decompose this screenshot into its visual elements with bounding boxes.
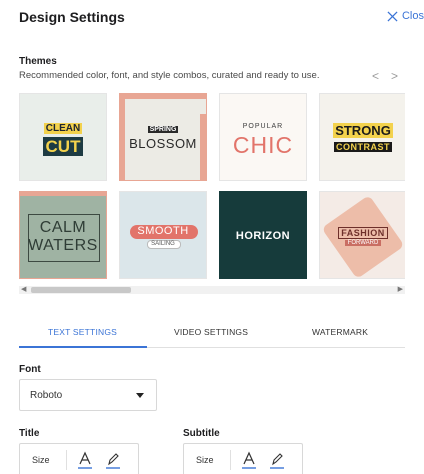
close-icon (387, 10, 398, 22)
caret-down-icon (136, 393, 144, 398)
font-label: Font (19, 364, 41, 375)
active-tab-indicator (19, 346, 147, 348)
font-dropdown[interactable]: Roboto (19, 379, 157, 411)
text-color-icon[interactable] (76, 450, 94, 470)
chevron-left-icon[interactable]: < (372, 69, 379, 83)
scroll-right-icon[interactable]: ▶ (398, 285, 403, 293)
dialog-title: Design Settings (19, 9, 125, 25)
subtitle-section-label: Subtitle (183, 428, 220, 439)
horizontal-scrollbar[interactable]: ◀ ▶ (19, 286, 405, 294)
theme-title-line1: POPULAR (242, 123, 284, 130)
theme-tile-popular-chic[interactable]: POPULAR CHIC (219, 93, 307, 181)
settings-tabs: TEXT SETTINGS VIDEO SETTINGS WATERMARK (19, 322, 405, 348)
theme-title-line2: WATERS (28, 237, 98, 254)
theme-tile-clean-cut[interactable]: CLEAN CUT (19, 93, 107, 181)
close-button[interactable]: Clos (387, 10, 424, 22)
dialog-header: Design Settings Clos (0, 0, 424, 34)
theme-title-line2: SAILING (151, 241, 175, 247)
theme-title-line1: CLEAN (43, 123, 83, 134)
tab-text-settings[interactable]: TEXT SETTINGS (48, 327, 117, 337)
highlight-pen-icon[interactable] (268, 450, 286, 470)
subtitle-style-controls: Size (183, 443, 303, 474)
scroll-left-icon[interactable]: ◀ (21, 285, 26, 293)
tab-video-settings[interactable]: VIDEO SETTINGS (174, 327, 248, 337)
theme-tile-spring-blossom[interactable]: SPRING BLOSSOM (119, 93, 207, 181)
theme-title-line1: FASHION (338, 227, 388, 239)
font-dropdown-value: Roboto (30, 390, 63, 401)
themes-heading: Themes (19, 56, 57, 67)
title-size-control[interactable]: Size (32, 455, 50, 465)
theme-title-line2: BLOSSOM (129, 136, 197, 151)
themes-nav: < > (372, 69, 398, 83)
theme-title-line1: STRONG (333, 123, 393, 138)
theme-tile-calm-waters[interactable]: CALM WATERS (19, 191, 107, 279)
text-color-icon[interactable] (240, 450, 258, 470)
close-label: Clos (401, 10, 424, 22)
theme-title-line1: CALM (39, 219, 87, 236)
chevron-right-icon[interactable]: > (391, 69, 398, 83)
theme-title-line2: CUT (42, 137, 84, 156)
theme-title-line1: SPRING (147, 126, 179, 133)
theme-title-line2: CONTRAST (334, 142, 392, 152)
theme-title-line1: HORIZON (235, 230, 291, 242)
highlight-pen-icon[interactable] (104, 450, 122, 470)
themes-description: Recommended color, font, and style combo… (19, 70, 320, 81)
theme-tile-smooth-sailing[interactable]: SMOOTH SAILING (119, 191, 207, 279)
scrollbar-thumb[interactable] (31, 287, 131, 293)
title-section-label: Title (19, 428, 40, 439)
themes-grid: CLEAN CUT SPRING BLOSSOM POPULAR CHIC ST… (19, 93, 405, 283)
theme-tile-horizon[interactable]: HORIZON (219, 191, 307, 279)
divider (230, 450, 231, 470)
tab-watermark[interactable]: WATERMARK (312, 327, 368, 337)
theme-title-line1: SMOOTH (137, 225, 189, 237)
decor-bar (20, 192, 106, 196)
theme-title-line2: CHIC (232, 132, 294, 158)
subtitle-size-control[interactable]: Size (196, 455, 214, 465)
theme-title-line2: FORWARD (344, 240, 382, 246)
theme-tile-fashion-forward[interactable]: FASHION FORWARD (319, 191, 405, 279)
title-style-controls: Size (19, 443, 139, 474)
decor-bar (120, 94, 206, 99)
divider (66, 450, 67, 470)
theme-tile-strong-contrast[interactable]: STRONG CONTRAST (319, 93, 405, 181)
